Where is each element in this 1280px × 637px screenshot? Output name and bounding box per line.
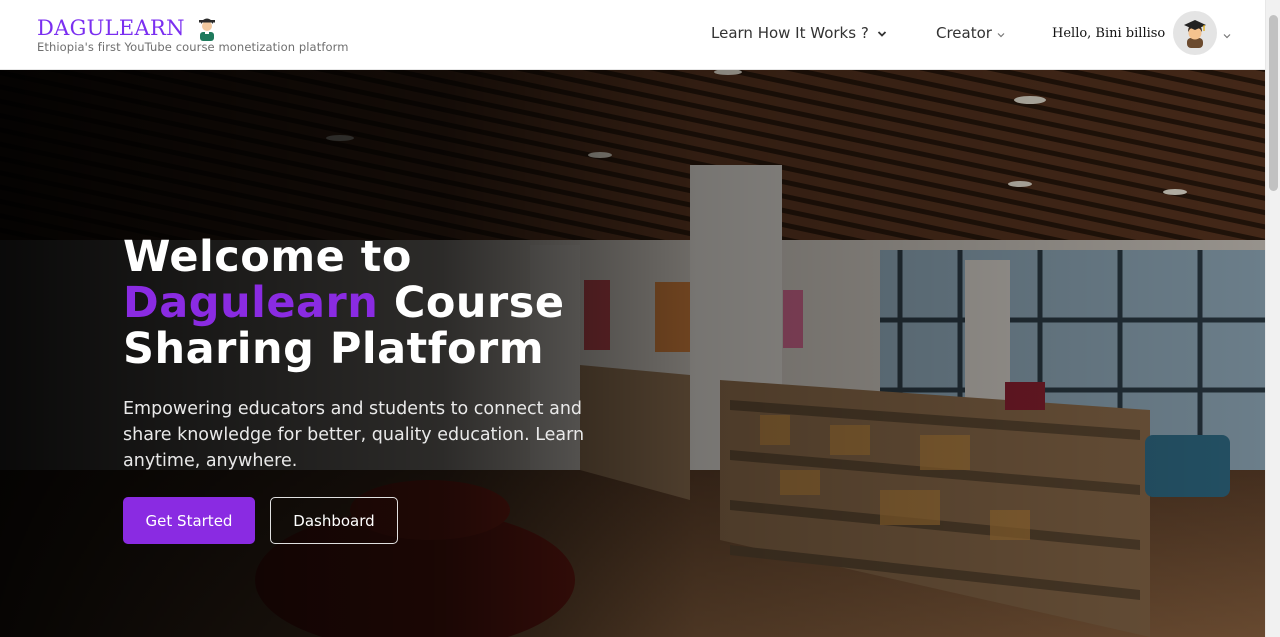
hero-title-accent: Dagulearn [123,278,379,328]
user-menu[interactable]: Hello, Bini billiso [1052,11,1231,55]
hero-content: Welcome to Dagulearn Course Sharing Plat… [123,234,683,544]
chevron-down-icon [1223,24,1231,43]
chevron-down-icon [877,24,887,42]
nav-learn-how-it-works[interactable]: Learn How It Works ? [711,24,887,42]
hero-title-line1: Welcome to [123,232,412,282]
dashboard-button[interactable]: Dashboard [270,497,398,544]
scrollbar-thumb[interactable] [1269,15,1278,191]
nav-creator[interactable]: Creator [936,24,1005,42]
get-started-button[interactable]: Get Started [123,497,255,544]
nav-creator-label: Creator [936,24,992,42]
top-navbar: DAGULEARN Ethiopia's first YouTube cours… [0,0,1265,70]
chevron-down-icon [997,24,1005,42]
hero-title-rest: Course [378,278,565,328]
graduate-avatar-icon[interactable] [1173,11,1218,55]
brand[interactable]: DAGULEARN Ethiopia's first YouTube cours… [37,15,349,54]
hero-title-line3: Sharing Platform [123,324,544,374]
brand-tagline: Ethiopia's first YouTube course monetiza… [37,40,349,54]
page-scrollbar[interactable] [1265,0,1280,637]
hero-section: Welcome to Dagulearn Course Sharing Plat… [0,70,1265,637]
graduate-person-icon [195,15,219,41]
brand-name[interactable]: DAGULEARN [37,15,185,41]
hero-subtitle: Empowering educators and students to con… [123,399,585,471]
user-greeting: Hello, Bini billiso [1052,25,1166,41]
nav-learn-label: Learn How It Works ? [711,24,869,42]
hero-actions: Get Started Dashboard [123,497,683,544]
hero-title: Welcome to Dagulearn Course Sharing Plat… [123,234,683,372]
